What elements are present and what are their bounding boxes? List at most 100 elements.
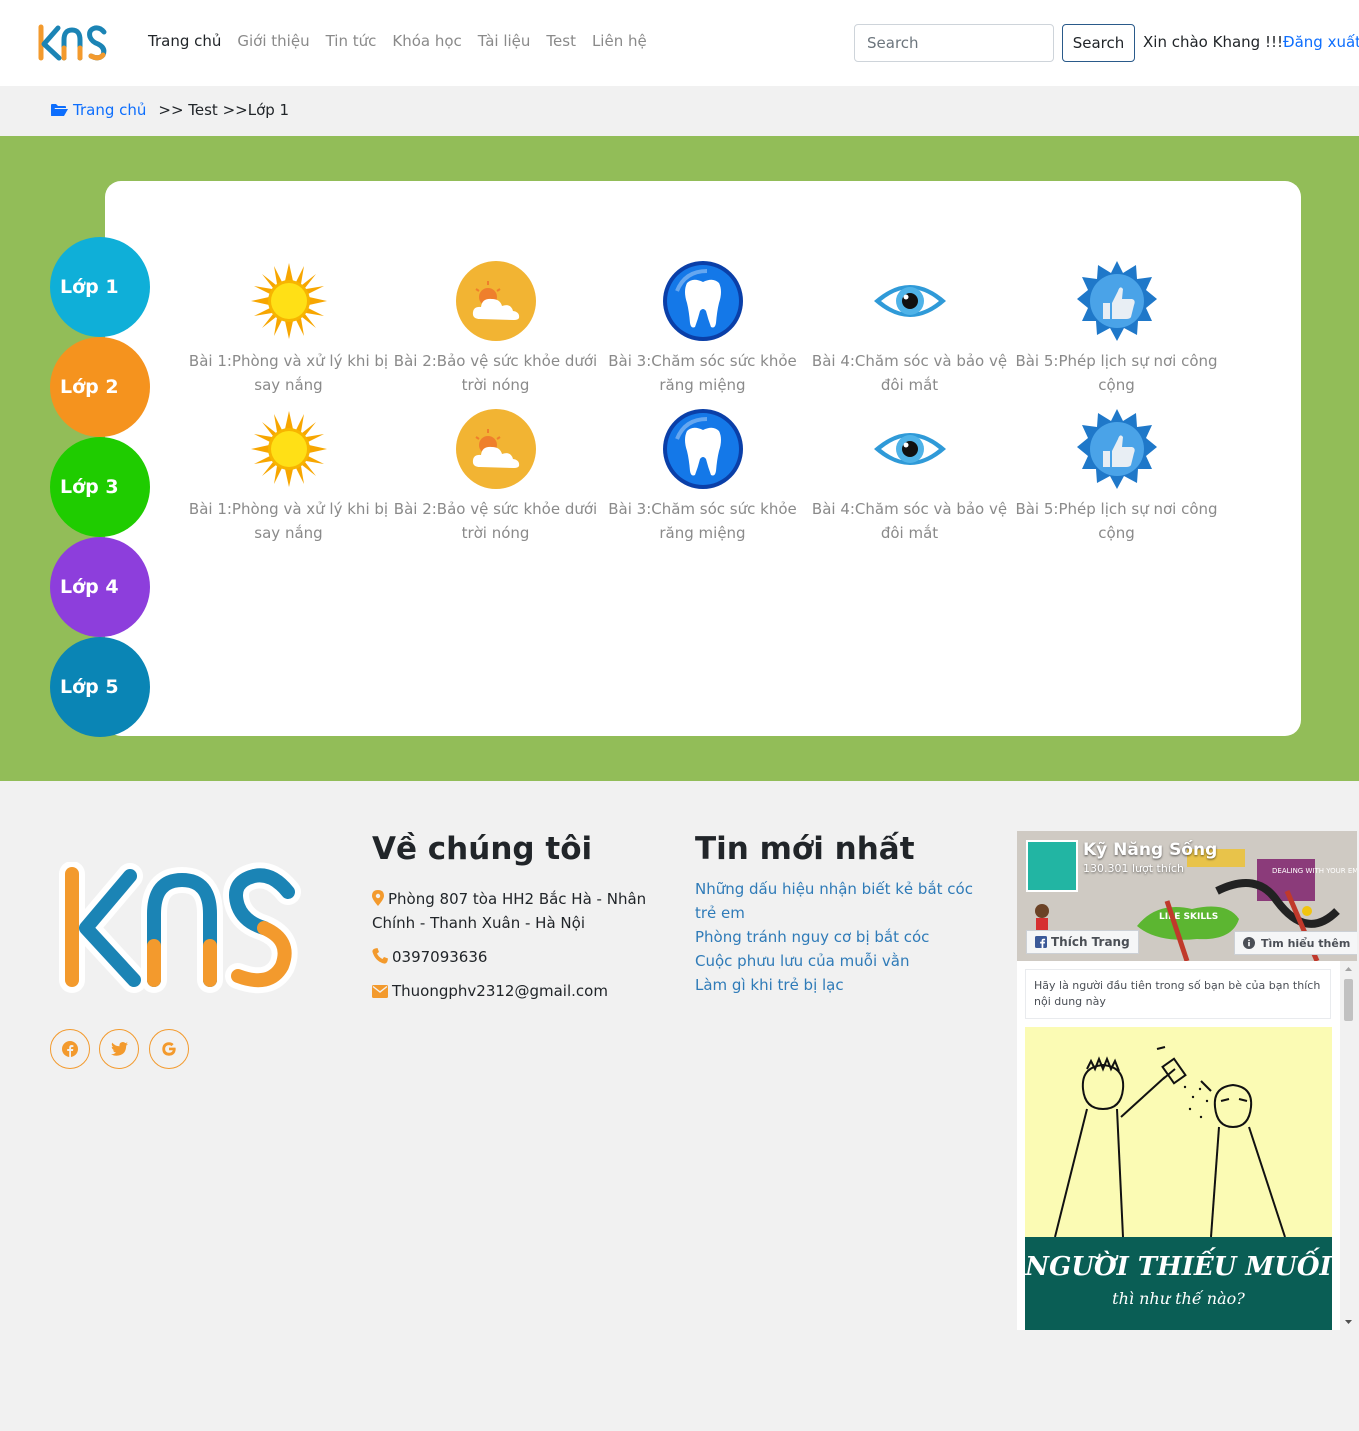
latest-news-list: Những dấu hiệu nhận biết kẻ bắt cóc trẻ … [695,877,995,997]
news-link[interactable]: Phòng tránh nguy cơ bị bắt cóc [695,925,995,949]
thumbs-up-badge-icon [1076,409,1157,489]
folder-open-icon [51,104,68,116]
greeting-text: Xin chào Khang !!! [1143,33,1283,51]
eye-icon [873,285,946,317]
lesson-card-2b[interactable]: Bài 2:Bảo vệ sức khỏe dưới trời nóng [393,409,598,545]
grade-label: Lớp 3 [60,476,119,498]
twitter-icon [110,1042,128,1056]
lesson-title: Bài 1:Phòng và xử lý khi bị say nắng [188,500,389,542]
fb-page-name[interactable]: Kỹ Năng Sống [1083,840,1217,860]
lesson-card-3b[interactable]: Bài 3:Chăm sóc sức khỏe răng miệng [600,409,805,545]
grade-label: Lớp 4 [60,576,119,598]
sun-icon [250,411,327,487]
sun-cloud-icon [455,409,536,489]
lesson-title: Bài 2:Bảo vệ sức khỏe dưới trời nóng [393,352,598,394]
scroll-down-arrow-icon [1345,1320,1352,1324]
grade-label: Lớp 2 [60,376,119,398]
google-button[interactable] [149,1029,189,1069]
lesson-title: Bài 1:Phòng và xử lý khi bị say nắng [188,352,389,394]
breadcrumb: Trang chủ >> Test >>Lớp 1 [50,101,289,119]
grade-1-button[interactable]: Lớp 1 [50,237,150,337]
top-navbar: Trang chủ Giới thiệu Tin tức Khóa học Tà… [0,0,1359,86]
facebook-button[interactable] [50,1029,90,1069]
logout-link[interactable]: Đăng xuất [1283,33,1359,51]
lesson-card-1[interactable]: Bài 1:Phòng và xử lý khi bị say nắng [186,261,391,397]
email-line: Thuongphv2312@gmail.com [372,979,652,1003]
fb-like-page-button[interactable]: Thích Trang [1026,930,1139,954]
email-text: Thuongphv2312@gmail.com [392,982,608,1000]
grade-5-button[interactable]: Lớp 5 [50,637,150,737]
kns-logo[interactable] [36,22,110,62]
news-link[interactable]: Cuộc phưu lưu của muỗi vằn [695,949,995,973]
nav-link-test[interactable]: Test [546,32,576,50]
grade-4-button[interactable]: Lớp 4 [50,537,150,637]
lesson-card-1b[interactable]: Bài 1:Phòng và xử lý khi bị say nắng [186,409,391,545]
about-heading: Về chúng tôi [372,831,593,867]
fb-widget-scrollbar[interactable] [1340,961,1357,1330]
sun-cloud-icon [455,261,536,341]
tooth-icon [662,261,743,341]
breadcrumb-trail: >> Test >>Lớp 1 [158,101,290,119]
news-link[interactable]: Làm gì khi trẻ bị lạc [695,973,995,997]
lesson-title: Bài 3:Chăm sóc sức khỏe răng miệng [608,500,797,542]
lesson-title: Bài 4:Chăm sóc và bảo vệ đôi mắt [811,500,1008,542]
main-nav: Trang chủ Giới thiệu Tin tức Khóa học Tà… [148,32,663,50]
facebook-page-widget: DEALING WITH YOUR EMOTIONS LIFE SKILLS K… [1017,831,1357,1330]
fb-cover-tag-emotions: DEALING WITH YOUR EMOTIONS [1272,867,1357,875]
phone-text: 0397093636 [392,948,488,966]
tooth-icon [662,409,743,489]
thumbs-up-badge-icon [1076,261,1157,341]
fb-learn-more-label: Tìm hiểu thêm [1261,936,1351,950]
grade-label: Lớp 1 [60,276,119,298]
news-link[interactable]: Những dấu hiệu nhận biết kẻ bắt cóc trẻ … [695,877,995,925]
eye-icon [873,433,946,465]
user-greeting: Xin chào Khang !!!Đăng xuất [1143,33,1359,51]
info-icon [1243,937,1255,949]
envelope-icon [372,985,388,998]
nav-link-courses[interactable]: Khóa học [392,32,461,50]
lesson-card-2[interactable]: Bài 2:Bảo vệ sức khỏe dưới trời nóng [393,261,598,397]
fb-learn-more-button[interactable]: Tìm hiểu thêm [1234,931,1357,955]
footer-kns-logo [59,862,301,994]
lesson-card-5[interactable]: Bài 5:Phép lịch sự nơi công cộng [1014,261,1219,397]
lesson-card-3[interactable]: Bài 3:Chăm sóc sức khỏe răng miệng [600,261,805,397]
fb-like-label: Thích Trang [1051,935,1130,949]
twitter-button[interactable] [99,1029,139,1069]
grade-label: Lớp 5 [60,676,119,698]
fb-scroll-thumb[interactable] [1344,979,1353,1021]
nav-link-contact[interactable]: Liên hệ [592,32,647,50]
sun-icon [250,263,327,339]
lesson-title: Bài 4:Chăm sóc và bảo vệ đôi mắt [811,352,1008,394]
breadcrumb-home-link[interactable]: Trang chủ [73,101,146,119]
scroll-up-arrow-icon [1345,967,1352,971]
nav-link-about[interactable]: Giới thiệu [237,32,309,50]
lesson-card-4b[interactable]: Bài 4:Chăm sóc và bảo vệ đôi mắt [807,409,1012,545]
facebook-icon [1035,936,1047,948]
fb-page-avatar[interactable] [1026,840,1078,892]
lesson-card-5b[interactable]: Bài 5:Phép lịch sự nơi công cộng [1014,409,1219,545]
grade-3-button[interactable]: Lớp 3 [50,437,150,537]
grade-2-button[interactable]: Lớp 2 [50,337,150,437]
fb-post-illustration [1054,1046,1286,1238]
nav-link-home[interactable]: Trang chủ [148,32,221,50]
search-input[interactable] [854,24,1054,62]
map-marker-icon [372,890,384,906]
nav-link-news[interactable]: Tin tức [326,32,377,50]
phone-icon [372,948,388,964]
fb-cover-image[interactable]: DEALING WITH YOUR EMOTIONS LIFE SKILLS K… [1017,831,1357,961]
fb-cover-tag-life-skills: LIFE SKILLS [1159,912,1218,922]
fb-post-image[interactable]: NGƯỜI THIẾU MUỐI thì như thế nào? [1025,1027,1332,1330]
facebook-icon [62,1041,78,1057]
address-line: Phòng 807 tòa HH2 Bắc Hà - Nhân Chính - … [372,887,652,935]
fb-friends-note: Hãy là người đầu tiên trong số bạn bè củ… [1025,969,1331,1019]
fb-post-title: NGƯỜI THIẾU MUỐI [1025,1252,1332,1282]
nav-link-documents[interactable]: Tài liệu [478,32,531,50]
lesson-title: Bài 2:Bảo vệ sức khỏe dưới trời nóng [393,500,598,542]
address-text: Phòng 807 tòa HH2 Bắc Hà - Nhân Chính - … [372,890,647,932]
fb-post-banner [1025,1237,1332,1330]
google-icon [162,1042,176,1056]
lesson-title: Bài 5:Phép lịch sự nơi công cộng [1015,500,1218,542]
lesson-title: Bài 3:Chăm sóc sức khỏe răng miệng [608,352,797,394]
search-button[interactable]: Search [1062,24,1135,62]
lesson-card-4[interactable]: Bài 4:Chăm sóc và bảo vệ đôi mắt [807,261,1012,397]
